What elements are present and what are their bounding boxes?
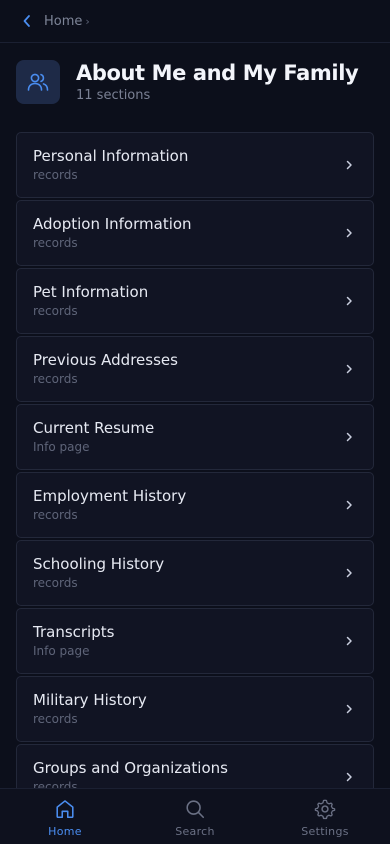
chevron-right-icon [346,500,352,510]
section-card[interactable]: Previous Addresses records [16,336,374,402]
bottom-tab-bar: Home Search Settings [0,788,390,844]
chevron-right-icon [346,772,352,782]
breadcrumb-home[interactable]: Home [44,14,82,29]
tab-home[interactable]: Home [0,789,130,844]
chevron-left-icon [23,15,30,27]
section-subtitle: Info page [33,440,90,454]
section-title: Military History [33,691,147,709]
section-title: Employment History [33,487,187,505]
section-subtitle: records [33,576,78,590]
section-count: 11 sections [76,88,151,103]
chevron-right-icon [346,364,352,374]
section-subtitle: records [33,712,78,726]
section-subtitle: Info page [33,644,90,658]
section-subtitle: records [33,236,78,250]
home-icon [56,800,74,819]
section-subtitle: records [33,304,78,318]
top-bar: Home › [0,0,390,43]
section-title: Transcripts [33,623,115,641]
section-title: Adoption Information [33,215,192,233]
users-icon [16,60,60,104]
section-card[interactable]: Schooling History records [16,540,374,606]
tab-label: Home [48,825,82,838]
section-subtitle: records [33,168,78,182]
tab-label: Settings [301,825,349,838]
breadcrumb-separator: › [85,14,90,28]
chevron-right-icon [346,704,352,714]
chevron-right-icon [346,228,352,238]
section-title: Pet Information [33,283,149,301]
tab-settings[interactable]: Settings [260,789,390,844]
section-subtitle: records [33,508,78,522]
chevron-right-icon [346,160,352,170]
section-title: Groups and Organizations [33,759,228,777]
chevron-right-icon [346,296,352,306]
gear-icon [314,799,336,820]
chevron-right-icon [346,432,352,442]
chevron-right-icon [346,636,352,646]
section-title: Current Resume [33,419,155,437]
chevron-right-icon [346,568,352,578]
section-list: Personal Information records Adoption In… [16,132,374,812]
section-title: Previous Addresses [33,351,178,369]
section-card[interactable]: Pet Information records [16,268,374,334]
section-card[interactable]: Transcripts Info page [16,608,374,674]
section-card[interactable]: Employment History records [16,472,374,538]
section-card[interactable]: Current Resume Info page [16,404,374,470]
page-title: About Me and My Family [76,61,359,85]
section-subtitle: records [33,372,78,386]
back-button[interactable] [18,12,36,30]
search-icon [186,800,205,819]
section-card[interactable]: Personal Information records [16,132,374,198]
section-card[interactable]: Military History records [16,676,374,742]
section-title: Schooling History [33,555,165,573]
section-title: Personal Information [33,147,189,165]
tab-label: Search [175,825,215,838]
page-header: About Me and My Family 11 sections [16,60,376,106]
section-card[interactable]: Adoption Information records [16,200,374,266]
tab-search[interactable]: Search [130,789,260,844]
